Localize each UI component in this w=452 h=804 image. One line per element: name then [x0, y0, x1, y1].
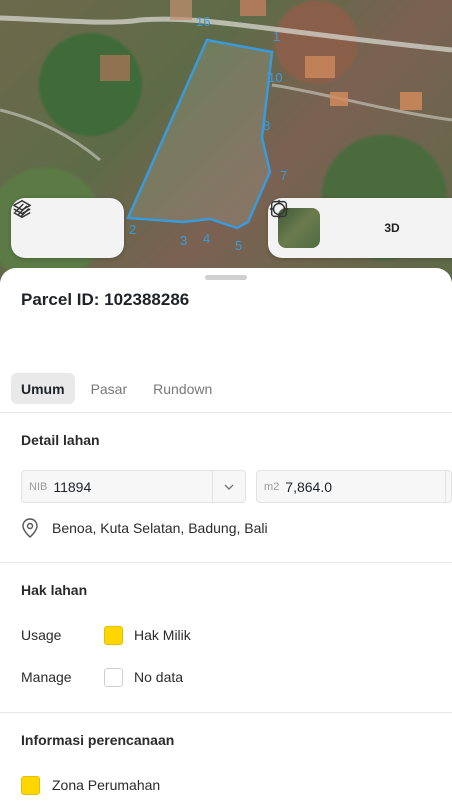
tab-pasar[interactable]: Pasar [81, 373, 138, 404]
address-text: Benoa, Kuta Selatan, Badung, Bali [52, 520, 268, 536]
manage-color-swatch [104, 668, 123, 687]
manage-value: No data [134, 669, 184, 685]
manage-label: Manage [21, 669, 72, 685]
area-value: 7,864.0 [285, 478, 332, 495]
fullscreen-icon [270, 200, 288, 218]
zona-color-swatch [21, 776, 40, 795]
vertex-label: 1 [273, 29, 281, 44]
tab-umum[interactable]: Umum [11, 373, 75, 404]
address-row: Benoa, Kuta Selatan, Badung, Bali [21, 518, 268, 538]
vertex-label: 4 [203, 231, 211, 246]
nib-field[interactable]: NIB 11894 [21, 470, 246, 503]
section-title-informasi-perencanaan: Informasi perencanaan [21, 732, 175, 748]
locate-button[interactable] [269, 199, 372, 248]
area-prefix: m2 [264, 480, 280, 493]
map-tools-left [11, 198, 124, 258]
drag-handle[interactable] [205, 275, 247, 280]
divider [0, 412, 452, 413]
vertex-label: 16 [196, 14, 211, 29]
vertex-label: 10 [268, 70, 283, 85]
area-field-end [445, 471, 451, 502]
map-view[interactable]: 16 1 2 3 4 5 7 8 10 3D [0, 0, 452, 282]
vertex-label: 8 [263, 118, 271, 133]
3d-toggle-button[interactable]: 3D [372, 208, 412, 248]
tab-rundown[interactable]: Rundown [143, 373, 222, 404]
road [0, 108, 101, 162]
location-pin-icon [22, 518, 38, 538]
usage-value: Hak Milik [134, 627, 191, 643]
building [170, 0, 192, 20]
zona-value: Zona Perumahan [52, 777, 161, 793]
building [100, 55, 130, 81]
building [330, 92, 348, 106]
draw-icon [14, 203, 30, 218]
road [271, 83, 452, 122]
section-title-hak-lahan: Hak lahan [21, 582, 88, 598]
divider [0, 562, 452, 563]
vertex-label: 3 [180, 233, 188, 248]
tab-bar: Umum Pasar Rundown [11, 373, 222, 404]
area-field[interactable]: m2 7,864.0 [256, 470, 452, 503]
vertex-label: 7 [280, 168, 288, 183]
vertex-label: 2 [129, 222, 137, 237]
section-title-detail-lahan: Detail lahan [21, 432, 100, 448]
parcel-outline[interactable] [126, 38, 274, 230]
draw-button[interactable] [14, 203, 112, 248]
3d-label: 3D [384, 221, 400, 235]
usage-color-swatch [104, 626, 123, 645]
parcel-detail-sheet: Parcel ID: 102388286 Umum Pasar Rundown … [0, 268, 452, 804]
nib-dropdown-button[interactable] [212, 471, 245, 502]
usage-label: Usage [21, 627, 62, 643]
nib-prefix: NIB [29, 480, 48, 493]
map-tools-right: 3D [268, 198, 452, 258]
nib-value: 11894 [53, 478, 92, 495]
page-title: Parcel ID: 102388286 [21, 290, 190, 309]
fullscreen-button[interactable] [270, 200, 452, 248]
divider [0, 712, 452, 713]
chevron-down-icon [224, 484, 234, 490]
building [305, 56, 335, 78]
vertex-label: 5 [235, 238, 243, 253]
building [400, 92, 422, 110]
building [240, 0, 266, 16]
